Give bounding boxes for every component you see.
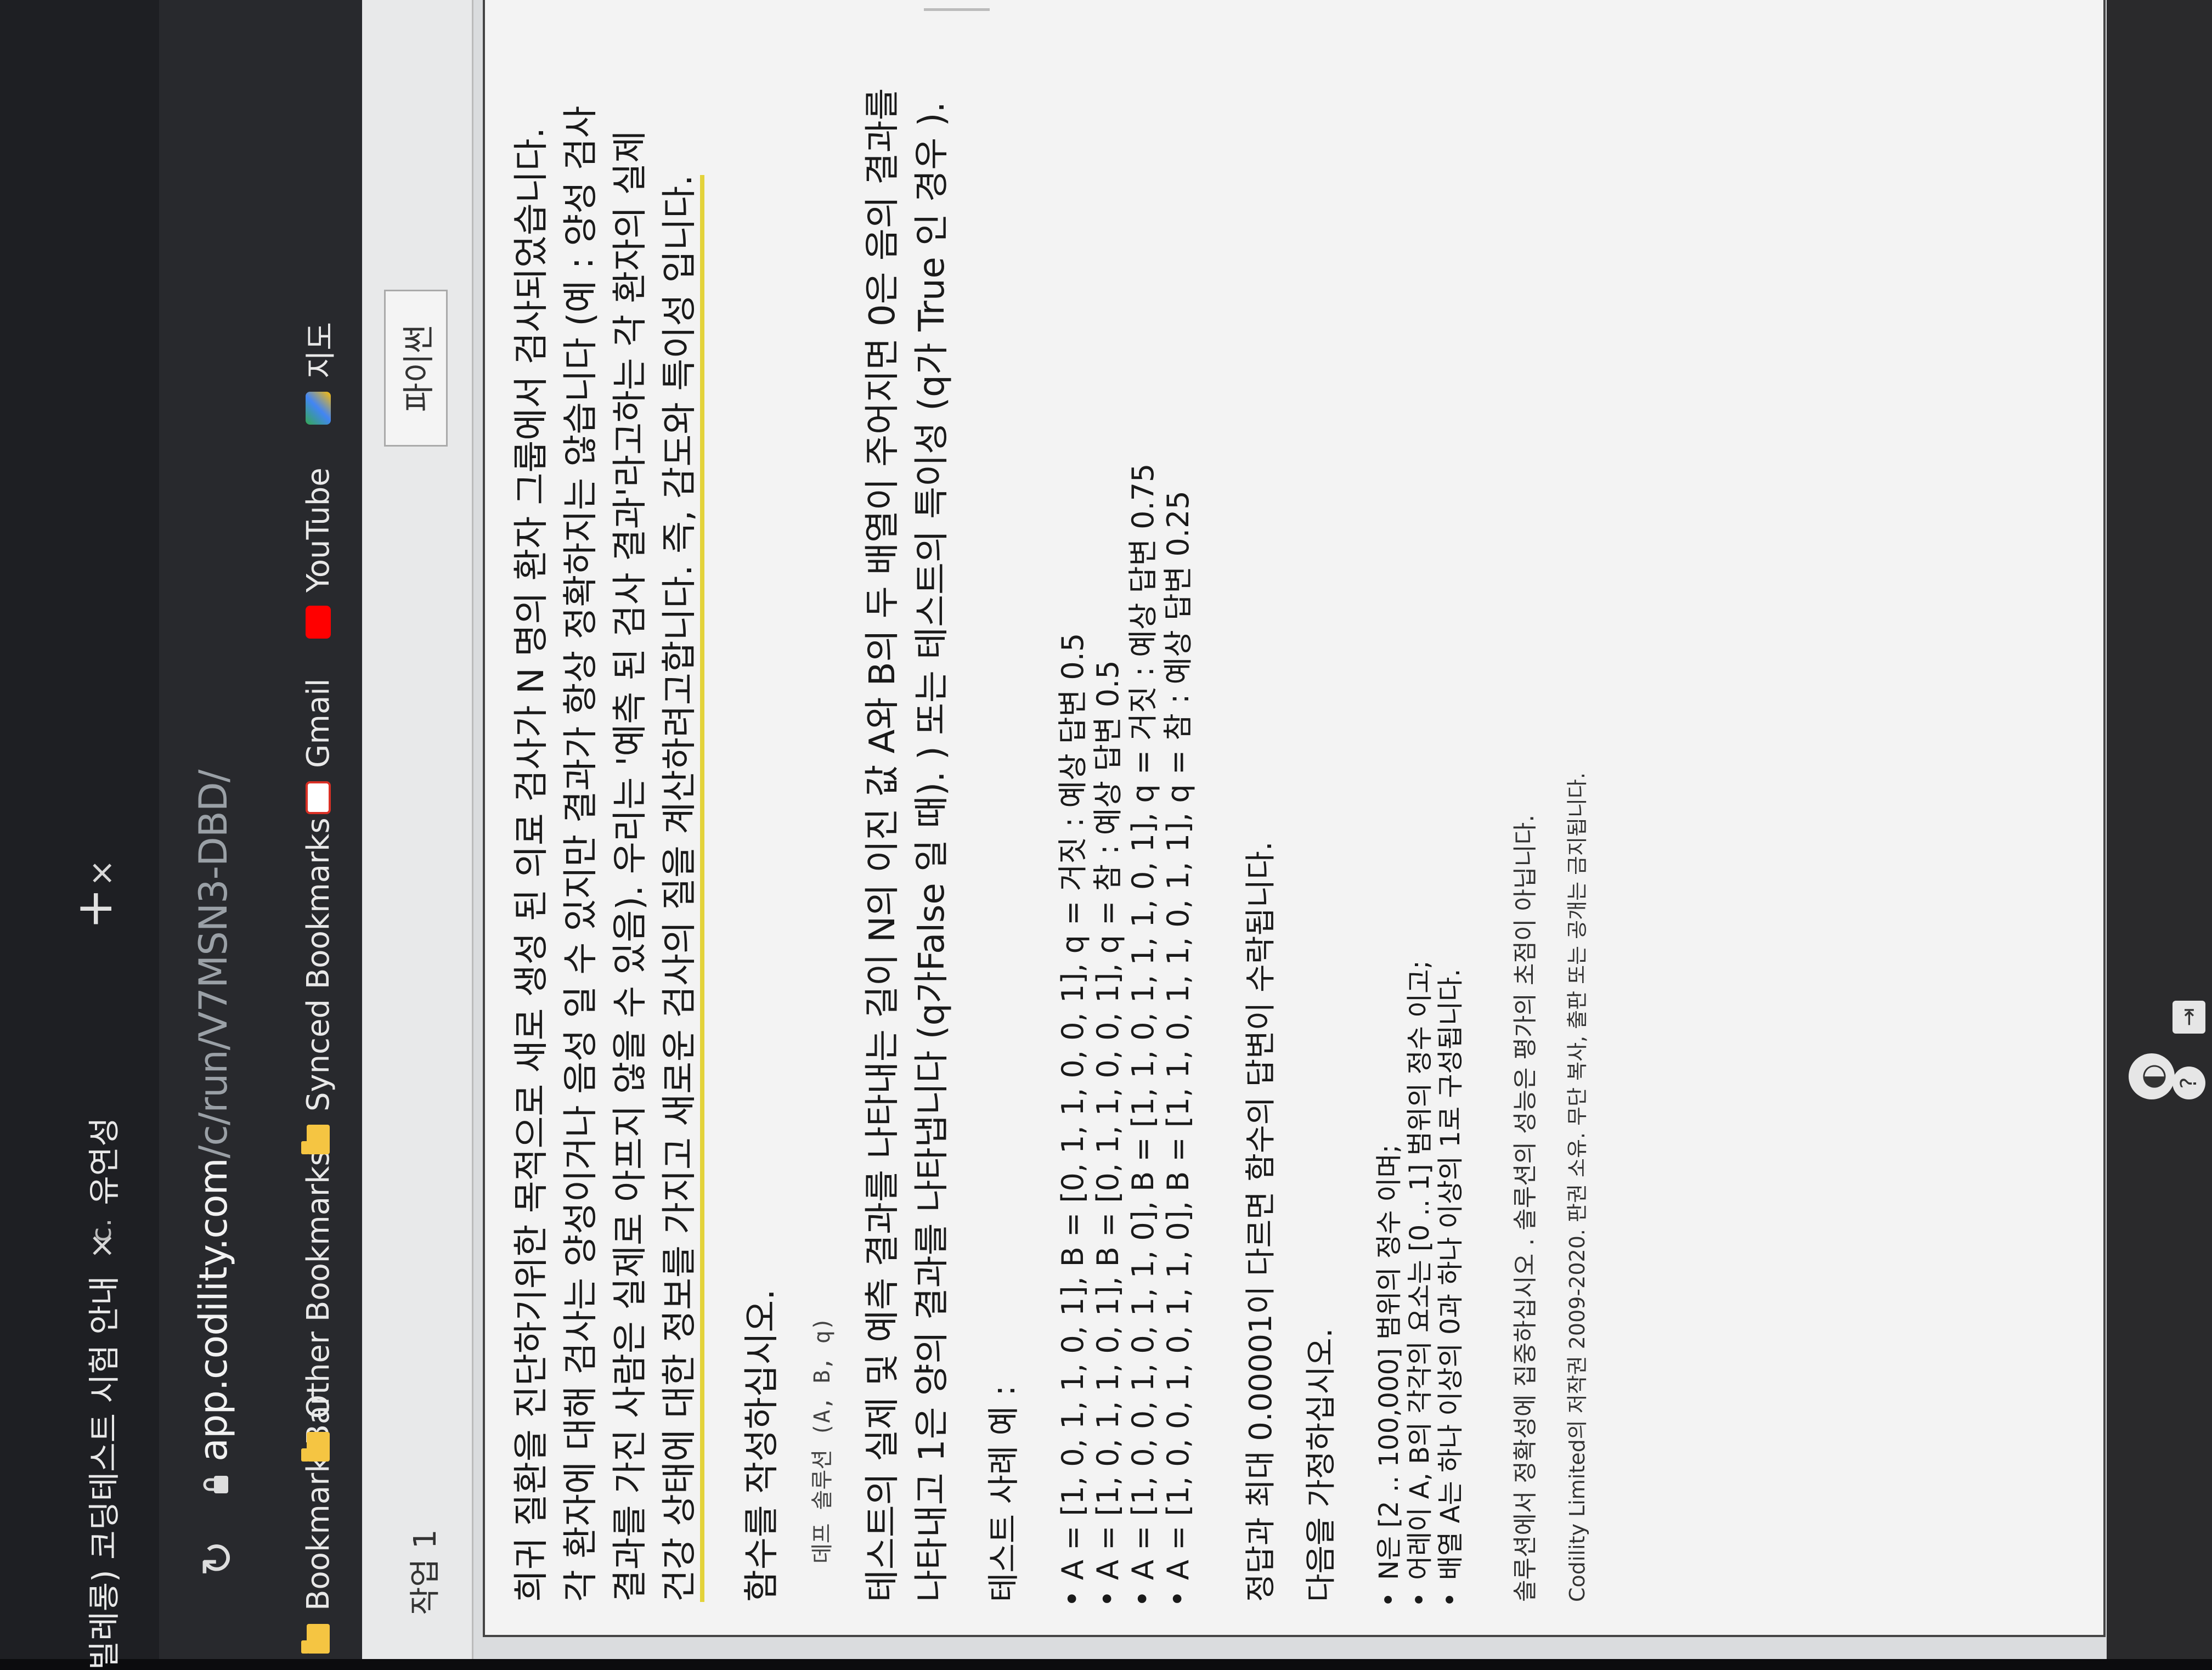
bookmark-label: Synced Bookmarks (300, 817, 336, 1112)
desc-line-1: 테스트의 실제 및 예측 결과를 나타내는 길이 N의 이진 값 A와 B의 두… (862, 88, 903, 1602)
bookmark-label: Gmail (300, 678, 336, 768)
url-path: /c/run/V7MSN3-DBD/ (191, 770, 236, 1159)
task-title: 작업 1 (408, 1529, 443, 1615)
examples-title: 테스트 사례 예 : (985, 1385, 1022, 1602)
assumption-item: 배열 A는 하나 이상의 0과 하나 이상의 1로 구성됩니다. (1435, 969, 1466, 1580)
folder-icon (307, 1624, 330, 1654)
exit-icon[interactable]: ⇥ (2172, 1001, 2205, 1034)
focus-note: 솔루션에서 정확성에 집중하십시오 . 솔루션의 성능은 평가의 초점이 아닙니… (1511, 814, 1539, 1602)
intro-line-4: 건강 상태에 대한 정보를 가지고 새로운 검사의 질을 계산하려고합니다. 즉… (655, 174, 704, 1602)
assumption-item: N은 [2 .. 100,000] 범위의 정수 이며; (1374, 1144, 1404, 1580)
bookmarks-bar: Bookmark Bar Other Bookmarks Synced Book… (274, 0, 364, 1659)
bookmark-label: YouTube (300, 467, 336, 593)
bookmark-youtube[interactable]: YouTube (291, 467, 346, 639)
lock-icon (203, 1476, 228, 1493)
assumption-item: 어레이 A, B의 각각의 요소는 [0 .. 1] 범위의 정수 이고; (1404, 960, 1435, 1580)
bookmark-other[interactable]: Other Bookmarks (291, 1150, 346, 1462)
desc-line-2: 나타내고 1은 양의 결과를 나타냅니다 (q가False 일 때). ) 또는… (912, 101, 952, 1602)
function-signature: 데프 솔루션 (A, B, q) (810, 1317, 835, 1564)
language-select[interactable]: 파이썬 (384, 290, 448, 447)
bottom-tool-strip: ◐ ? ⇥ 테스 (2107, 0, 2212, 1659)
tab-test-guide[interactable]: 빌레롱) 코딩테스트 시험 안내 × (60, 1232, 143, 1670)
intro-line-2: 각 환자에 대해 검사는 양성이거나 음성 일 수 있지만 결과가 항상 정확하… (561, 105, 601, 1602)
url-host: app.codility.com (191, 1158, 236, 1462)
bookmark-maps[interactable]: 지도 (291, 322, 346, 425)
task-header: 작업 1 파이썬 (362, 0, 473, 1659)
assume-title: 다음을 가정하십시오. (1304, 1328, 1339, 1602)
bookmark-label: 지도 (303, 321, 339, 379)
gmail-icon (306, 781, 331, 814)
close-icon[interactable]: × (82, 859, 121, 887)
example-item: A = [1, 0, 0, 1, 0, 1, 1, 0], B = [1, 1,… (1161, 490, 1196, 1580)
reload-icon[interactable]: ↻ (192, 1540, 243, 1577)
intro-line-1: 희귀 질환을 진단하기위한 목적으로 새로 생성 된 의료 검사가 N 명의 환… (511, 127, 552, 1602)
help-icon[interactable]: ? (2172, 1067, 2205, 1099)
codility-page: 작업 1 파이썬 희귀 질환을 진단하기위한 목적으로 새로 생성 된 의료 검… (362, 0, 2212, 1659)
example-item: A = [1, 0, 1, 1, 0, 1], B = [0, 1, 1, 0,… (1056, 633, 1091, 1580)
youtube-icon (306, 606, 331, 639)
intro-line-3: 결과를 가진 사람은 실제로 아프지 않을 수 있음). 우리는 '예측 된 검… (610, 131, 651, 1602)
maps-icon (306, 392, 331, 425)
address-bar[interactable]: app.codility.com/c/run/V7MSN3-DBD/ (191, 770, 236, 1462)
write-function-text: 함수를 작성하십시오. (742, 1289, 782, 1602)
folder-icon (307, 1125, 330, 1154)
example-item: A = [1, 0, 0, 1, 0, 1, 1, 0], B = [1, 1,… (1126, 464, 1161, 1580)
panel-resize-handle[interactable] (924, 0, 990, 11)
codility-icon: c. (86, 1218, 117, 1242)
example-item: A = [1, 0, 1, 1, 0, 1], B = [0, 1, 1, 0,… (1091, 660, 1126, 1580)
rotated-screen: 빌레롱) 코딩테스트 시험 안내 × c. 유연성 × + ↻ app.codi… (0, 0, 2212, 1670)
browser-toolbar: ↻ app.codility.com/c/run/V7MSN3-DBD/ (159, 0, 274, 1659)
tab-label: 유연성 (86, 1117, 123, 1205)
tolerance-text: 정답과 최대 0.00001이 다르면 함수의 답변이 수락됩니다. (1243, 841, 1279, 1602)
copyright-text: Codility Limited의 저작권 2009-2020. 판권 소유. … (1565, 772, 1589, 1602)
folder-icon (307, 1432, 330, 1462)
browser-tab-bar: 빌레롱) 코딩테스트 시험 안내 × c. 유연성 × + (0, 0, 159, 1670)
task-description-panel: 희귀 질환을 진단하기위한 목적으로 새로 생성 된 의료 검사가 N 명의 환… (483, 0, 2106, 1637)
theme-toggle-icon[interactable]: ◐ (2129, 1053, 2175, 1099)
tab-label: 빌레롱) 코딩테스트 시험 안내 (86, 1276, 123, 1670)
new-tab-button[interactable]: + (66, 888, 123, 929)
highlighted-text: 건강 상태에 대한 정보를 가지고 새로운 검사의 질을 계산하려고합니다. 즉… (659, 174, 704, 1602)
bookmark-label: Other Bookmarks (300, 1150, 336, 1419)
bookmark-gmail[interactable]: Gmail (291, 679, 346, 814)
bookmark-synced[interactable]: Synced Bookmarks (291, 817, 346, 1154)
